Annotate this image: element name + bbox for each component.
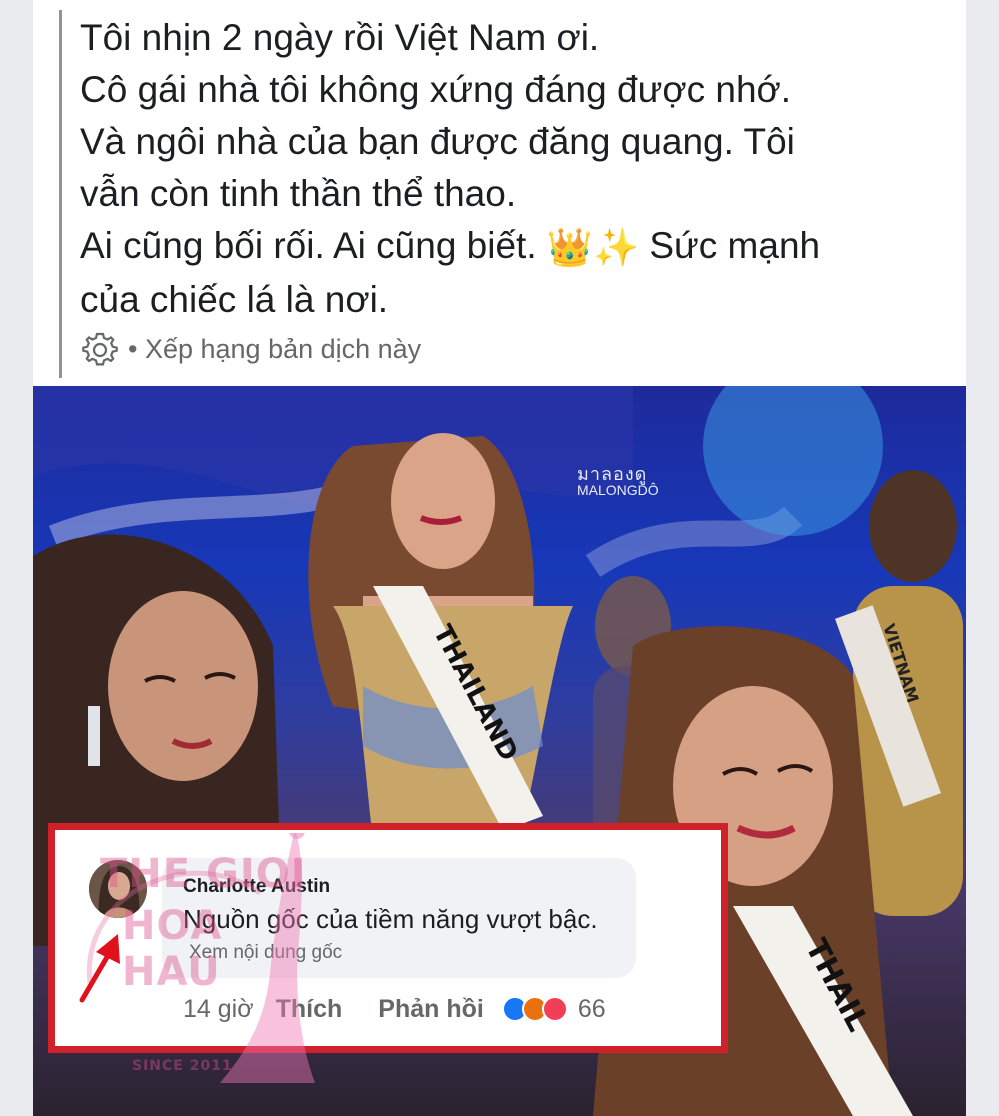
love-reaction-icon <box>541 996 568 1022</box>
comment-bubble: Charlotte Austin Nguồn gốc của tiềm năng… <box>162 858 636 978</box>
post-line: của chiếc lá là nơi. <box>80 279 389 320</box>
quote-bar <box>59 10 62 378</box>
post-line: Tôi nhịn 2 ngày rồi Việt Nam ơi. <box>80 17 600 58</box>
post-line-text: Ai cũng bối rối. Ai cũng biết. <box>80 225 537 266</box>
comment-actions: 14 giờ Thích Phản hồi 66 <box>183 992 606 1026</box>
translation-rating-row[interactable]: • Xếp hạng bản dịch này <box>80 328 421 370</box>
see-original-link[interactable]: Xem nội dung gốc <box>189 942 342 964</box>
photo-watermark: มาลองดู MALONGDÔ <box>577 464 659 498</box>
red-arrow-annotation <box>79 934 120 1003</box>
reaction-count[interactable]: 66 <box>578 995 606 1024</box>
comment-timestamp[interactable]: 14 giờ <box>183 995 254 1024</box>
crown-sparkles-emoji: 👑✨ <box>546 227 640 268</box>
like-button[interactable]: Thích <box>276 995 343 1024</box>
post-line: Và ngôi nhà của bạn được đăng quang. Tôi <box>80 121 795 162</box>
avatar[interactable] <box>89 860 147 918</box>
translation-rating-link[interactable]: • Xếp hạng bản dịch này <box>128 334 421 365</box>
post-line: vẫn còn tinh thần thể thao. <box>80 173 517 214</box>
watermark-thai: มาลองดู <box>577 464 648 484</box>
post-line-5: Ai cũng bối rối. Ai cũng biết. 👑✨ Sức mạ… <box>80 220 930 274</box>
highlighted-comment: Charlotte Austin Nguồn gốc của tiềm năng… <box>48 823 728 1053</box>
post-line-text: Sức mạnh <box>639 225 821 266</box>
reaction-icons[interactable] <box>501 996 568 1022</box>
watermark-latin: MALONGDÔ <box>577 482 659 498</box>
reply-button[interactable]: Phản hồi <box>378 995 484 1024</box>
post-text: Tôi nhịn 2 ngày rồi Việt Nam ơi. Cô gái … <box>80 12 930 326</box>
post-line: Cô gái nhà tôi không xứng đáng được nhớ. <box>80 69 792 110</box>
gear-icon[interactable] <box>80 329 120 369</box>
comment-text: Nguồn gốc của tiềm năng vượt bậc. <box>183 904 598 934</box>
comment-author[interactable]: Charlotte Austin <box>183 876 330 898</box>
